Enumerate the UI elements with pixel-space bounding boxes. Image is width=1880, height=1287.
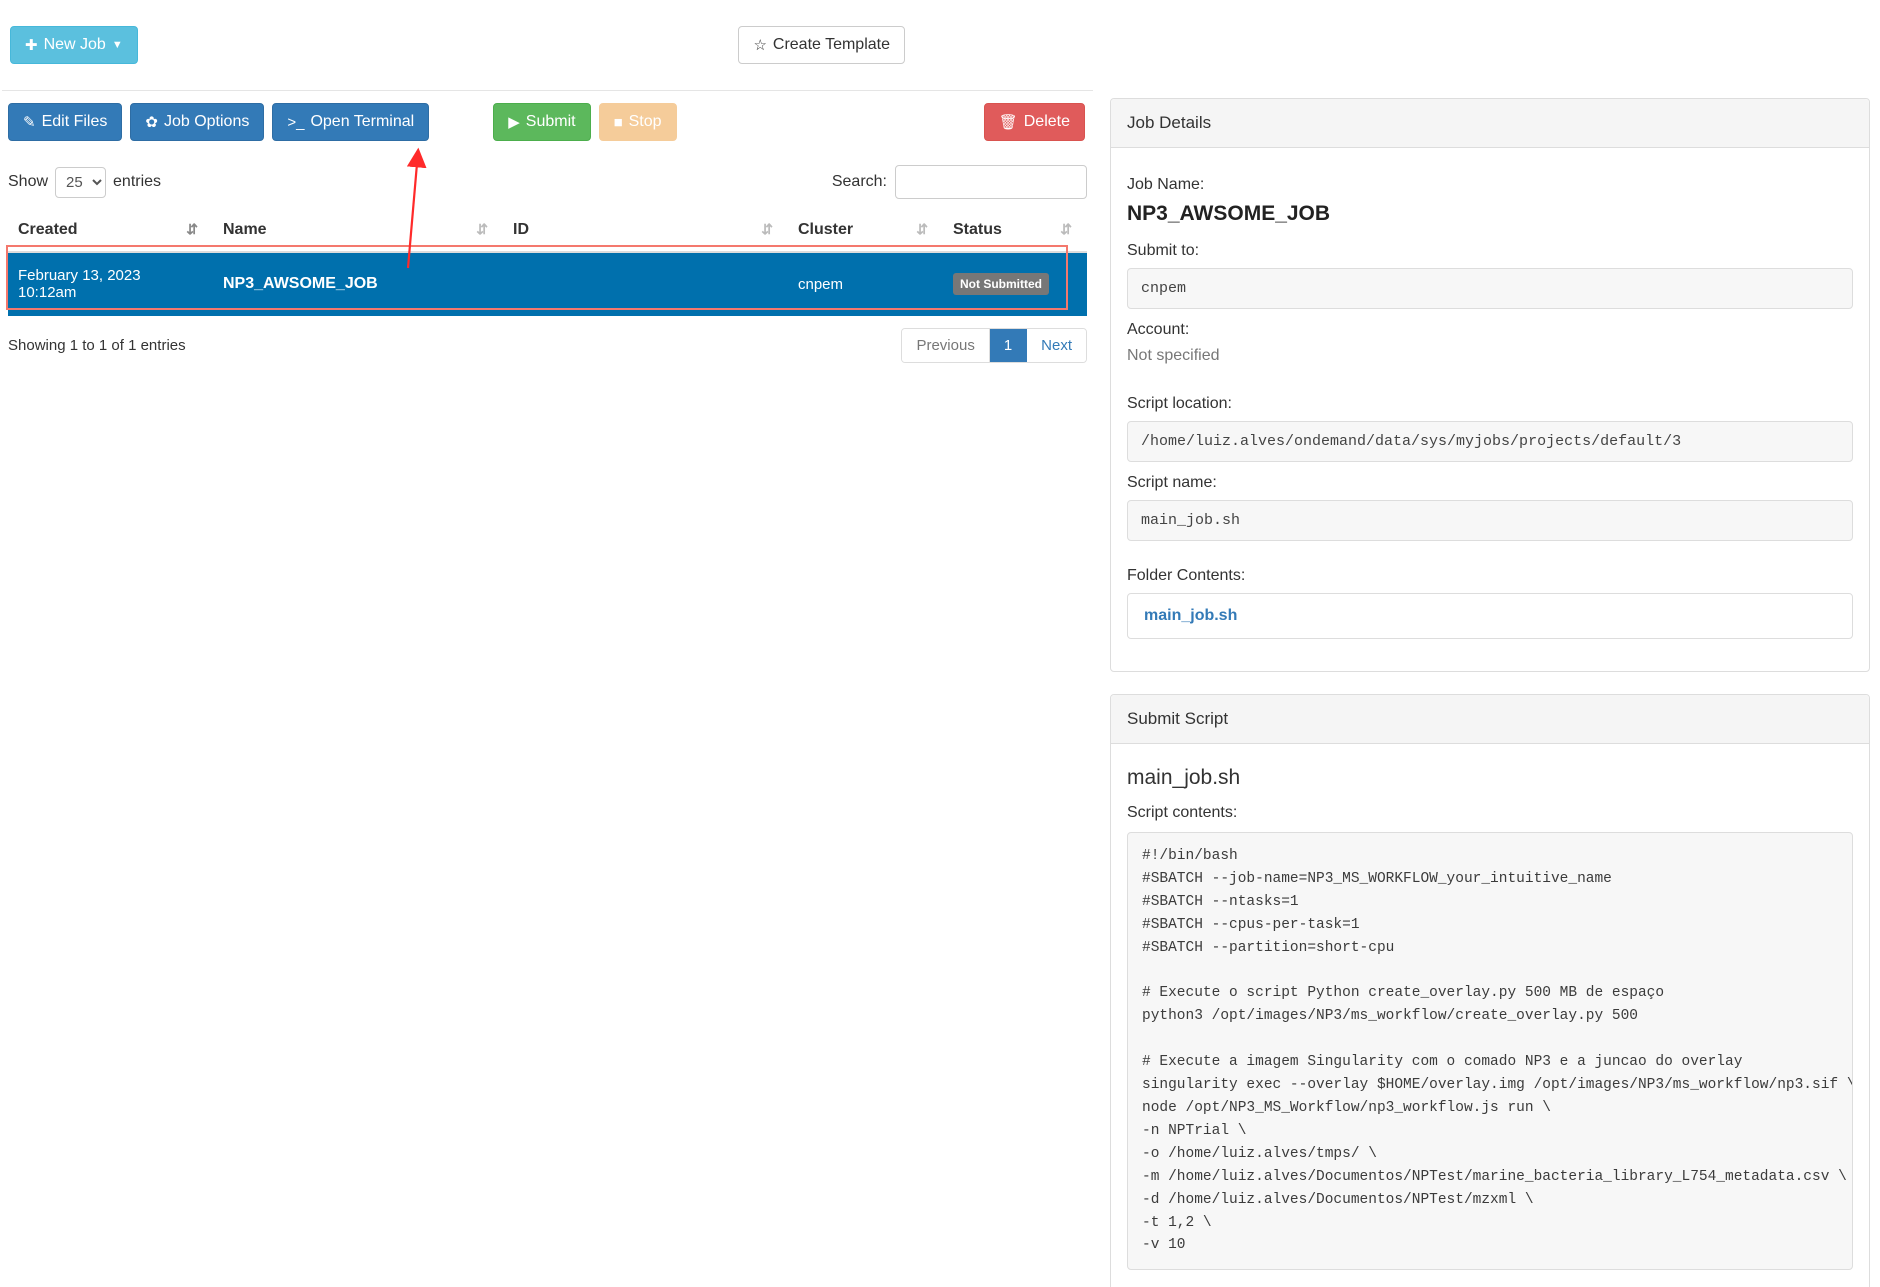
script-name-label: Script name: <box>1127 474 1217 491</box>
job-action-group-right: 🗑 Delete <box>983 103 1087 141</box>
table-row[interactable]: February 13, 2023 10:12am NP3_AWSOME_JOB… <box>8 252 1087 316</box>
terminal-icon: >_ <box>287 113 305 131</box>
job-name-label: Job Name: <box>1127 176 1205 193</box>
column-header-cluster[interactable]: Cluster ⇵ <box>788 211 943 253</box>
open-terminal-button[interactable]: >_ Open Terminal <box>272 103 430 141</box>
pagination-next[interactable]: Next <box>1027 329 1086 362</box>
column-header-created[interactable]: Created ⇵ <box>8 211 213 253</box>
plus-icon: ✚ <box>25 36 38 54</box>
trash-icon: 🗑 <box>998 113 1018 131</box>
cell-created: February 13, 2023 10:12am <box>8 252 213 316</box>
edit-icon: ✎ <box>23 113 36 131</box>
delete-label: Delete <box>1023 113 1070 130</box>
search-label: Search: <box>831 173 887 190</box>
delete-button[interactable]: 🗑 Delete <box>983 103 1085 141</box>
submit-label: Submit <box>525 113 576 130</box>
script-name-value: main_job.sh <box>1127 500 1853 541</box>
create-template-button[interactable]: ☆ Create Template <box>738 26 905 64</box>
folder-contents-box: main_job.sh <box>1127 593 1853 639</box>
search-control: Search: <box>832 165 1087 199</box>
play-icon: ▶ <box>508 113 520 131</box>
account-label: Account: <box>1127 321 1190 338</box>
column-header-name[interactable]: Name ⇵ <box>213 211 503 253</box>
details-column: Job Details Job Name: NP3_AWSOME_JOB Sub… <box>1110 98 1870 1287</box>
script-contents-label: Script contents: <box>1127 804 1238 821</box>
column-label-status: Status <box>953 221 1002 238</box>
job-details-panel-body: Job Name: NP3_AWSOME_JOB Submit to: cnpe… <box>1111 148 1869 671</box>
jobs-table-header-row: Created ⇵ Name ⇵ ID ⇵ Cluster ⇵ Status ⇵ <box>8 211 1087 253</box>
job-name-value: NP3_AWSOME_JOB <box>1127 202 1331 225</box>
sort-toggle-icon[interactable]: ⇵ <box>476 221 493 238</box>
sort-desc-icon[interactable]: ⇵ <box>186 221 203 238</box>
job-action-toolbar: ✎ Edit Files ✿ Job Options >_ Open Termi… <box>0 91 1095 151</box>
script-file-title: main_job.sh <box>1127 766 1241 789</box>
job-action-group-mid: ▶ Submit ■ Stop <box>493 103 677 141</box>
entries-label: entries <box>113 173 162 190</box>
entries-length-control: Show 25 entries <box>8 166 162 198</box>
cell-name: NP3_AWSOME_JOB <box>213 252 503 316</box>
job-options-button[interactable]: ✿ Job Options <box>130 103 265 141</box>
stop-button[interactable]: ■ Stop <box>598 103 677 141</box>
folder-file-link[interactable]: main_job.sh <box>1144 607 1237 624</box>
edit-files-button[interactable]: ✎ Edit Files <box>8 103 123 141</box>
create-template-label: Create Template <box>772 36 890 53</box>
jobs-table: Created ⇵ Name ⇵ ID ⇵ Cluster ⇵ Status ⇵… <box>8 211 1087 316</box>
new-job-label: New Job <box>43 36 106 53</box>
script-contents-code: #!/bin/bash #SBATCH --job-name=NP3_MS_WO… <box>1127 832 1853 1271</box>
pagination: Previous 1 Next <box>901 328 1087 363</box>
pagination-previous[interactable]: Previous <box>902 329 990 362</box>
gear-icon: ✿ <box>145 113 158 131</box>
column-label-name: Name <box>223 221 267 238</box>
square-stop-icon: ■ <box>613 113 623 131</box>
caret-down-icon: ▼ <box>111 38 123 51</box>
jobs-table-head: Created ⇵ Name ⇵ ID ⇵ Cluster ⇵ Status ⇵ <box>8 211 1087 253</box>
submit-to-value: cnpem <box>1127 268 1853 309</box>
datatable-footer: Showing 1 to 1 of 1 entries Previous 1 N… <box>0 316 1095 363</box>
job-action-group-left: ✎ Edit Files ✿ Job Options >_ Open Termi… <box>8 103 430 141</box>
sort-toggle-icon[interactable]: ⇵ <box>761 221 778 238</box>
jobs-table-body: February 13, 2023 10:12am NP3_AWSOME_JOB… <box>8 252 1087 316</box>
status-badge: Not Submitted <box>953 273 1049 295</box>
entries-select[interactable]: 25 <box>55 166 107 198</box>
column-label-cluster: Cluster <box>798 221 854 238</box>
submit-script-panel: Submit Script main_job.sh Script content… <box>1110 694 1870 1287</box>
cell-id <box>503 252 788 316</box>
column-header-status[interactable]: Status ⇵ <box>943 211 1087 253</box>
account-value: Not specified <box>1127 347 1220 364</box>
sort-toggle-icon[interactable]: ⇵ <box>916 221 933 238</box>
new-job-wrap: ✚ New Job ▼ <box>8 26 138 64</box>
script-location-label: Script location: <box>1127 395 1232 412</box>
job-details-panel: Job Details Job Name: NP3_AWSOME_JOB Sub… <box>1110 98 1870 672</box>
submit-to-label: Submit to: <box>1127 242 1200 259</box>
submit-button[interactable]: ▶ Submit <box>493 103 591 141</box>
star-icon: ☆ <box>753 36 767 54</box>
stop-label: Stop <box>628 113 662 130</box>
create-template-wrap: ☆ Create Template <box>738 26 1087 64</box>
entries-info: Showing 1 to 1 of 1 entries <box>8 337 186 354</box>
cell-cluster: cnpem <box>788 252 943 316</box>
sort-toggle-icon[interactable]: ⇵ <box>1060 221 1077 238</box>
cell-status: Not Submitted <box>943 252 1087 316</box>
job-details-panel-title: Job Details <box>1111 99 1869 148</box>
app-page: ✚ New Job ▼ ☆ Create Template ✎ Edit Fil… <box>0 0 1880 1287</box>
search-input[interactable] <box>895 165 1087 199</box>
jobs-list-column: ✚ New Job ▼ ☆ Create Template ✎ Edit Fil… <box>0 0 1095 363</box>
submit-script-panel-title: Submit Script <box>1111 695 1869 744</box>
folder-contents-label: Folder Contents: <box>1127 567 1246 584</box>
top-toolbar: ✚ New Job ▼ ☆ Create Template <box>0 0 1095 90</box>
column-header-id[interactable]: ID ⇵ <box>503 211 788 253</box>
datatable-controls: Show 25 entries Search: <box>0 151 1095 205</box>
show-label: Show <box>8 173 49 190</box>
script-location-value: /home/luiz.alves/ondemand/data/sys/myjob… <box>1127 421 1853 462</box>
column-label-created: Created <box>18 221 78 238</box>
submit-script-panel-body: main_job.sh Script contents: #!/bin/bash… <box>1111 744 1869 1287</box>
column-label-id: ID <box>513 221 529 238</box>
job-options-label: Job Options <box>163 113 250 130</box>
open-terminal-label: Open Terminal <box>310 113 415 130</box>
edit-files-label: Edit Files <box>41 113 108 130</box>
pagination-page-1[interactable]: 1 <box>989 329 1028 362</box>
new-job-button[interactable]: ✚ New Job ▼ <box>10 26 138 64</box>
